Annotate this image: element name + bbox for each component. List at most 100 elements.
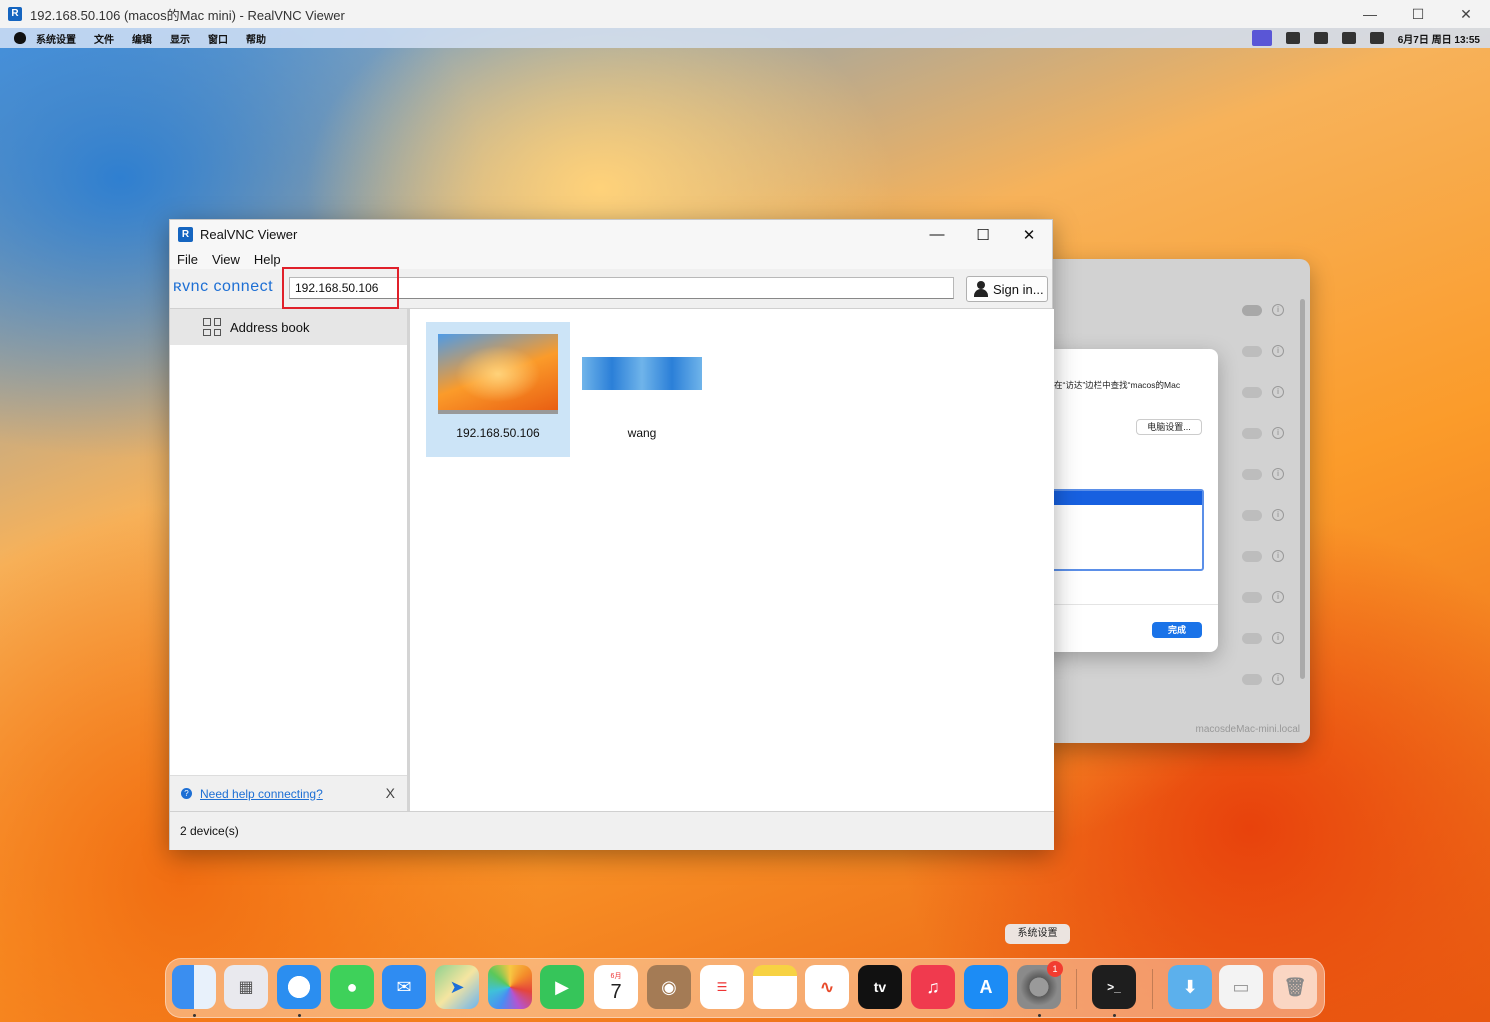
menubar-clock[interactable]: 6月7日 周日 13:55 xyxy=(1398,31,1480,46)
recent-item-icon[interactable]: ▭ xyxy=(1219,965,1263,1009)
question-icon: ? xyxy=(181,788,192,799)
outer-maximize-button[interactable]: ☐ xyxy=(1394,0,1442,28)
toggle-switch[interactable] xyxy=(1242,305,1262,316)
menu-help[interactable]: Help xyxy=(254,252,281,267)
mac-menu-system-settings[interactable]: 系统设置 xyxy=(36,31,76,46)
device-thumbnail xyxy=(438,334,558,414)
address-book-icon xyxy=(203,318,221,336)
toggle-switch[interactable] xyxy=(1242,674,1262,685)
spotlight-icon[interactable] xyxy=(1341,32,1356,44)
toggle-switch[interactable] xyxy=(1242,387,1262,398)
menu-view[interactable]: View xyxy=(212,252,240,267)
calendar-icon[interactable]: 6月 7 xyxy=(594,965,638,1009)
toggle-switch[interactable] xyxy=(1242,592,1262,603)
sidebar-item-address-book[interactable]: Address book xyxy=(170,309,407,345)
outer-window-title: 192.168.50.106 (macos的Mac mini) - RealVN… xyxy=(30,7,345,23)
apple-tv-icon[interactable]: tv xyxy=(858,965,902,1009)
device-label: wang xyxy=(627,426,657,440)
info-icon[interactable]: i xyxy=(1272,591,1284,603)
info-icon[interactable]: i xyxy=(1272,509,1284,521)
notes-icon[interactable] xyxy=(753,965,797,1009)
sheet-description: 在“访达”边栏中查找“macos的Mac xyxy=(1054,380,1181,390)
mac-menu-edit[interactable]: 编辑 xyxy=(132,31,152,46)
info-icon[interactable]: i xyxy=(1272,386,1284,398)
status-bar: 2 device(s) xyxy=(170,811,1054,850)
close-help-button[interactable]: X xyxy=(386,785,395,801)
freeform-icon[interactable]: ∿ xyxy=(805,965,849,1009)
computer-settings-button[interactable]: 电脑设置... xyxy=(1136,419,1202,435)
mac-menu-file[interactable]: 文件 xyxy=(94,31,114,46)
control-center-icon[interactable] xyxy=(1369,32,1384,44)
toggle-switch[interactable] xyxy=(1242,510,1262,521)
info-icon[interactable]: i xyxy=(1272,673,1284,685)
address-input[interactable] xyxy=(289,277,954,299)
outer-close-button[interactable]: ✕ xyxy=(1442,0,1490,28)
running-indicator xyxy=(193,1014,196,1017)
info-icon[interactable]: i xyxy=(1272,304,1284,316)
info-icon[interactable]: i xyxy=(1272,345,1284,357)
trash-icon[interactable]: 🗑 xyxy=(1273,965,1317,1009)
music-icon[interactable]: ♫ xyxy=(911,965,955,1009)
sheet-divider xyxy=(1040,604,1218,605)
user-icon xyxy=(973,281,989,297)
hostname-label: macosdeMac-mini.local xyxy=(1195,724,1300,735)
info-icon[interactable]: i xyxy=(1272,550,1284,562)
downloads-folder-icon[interactable]: ⬇ xyxy=(1168,965,1212,1009)
running-indicator xyxy=(1038,1014,1041,1017)
app-store-icon[interactable]: A xyxy=(964,965,1008,1009)
info-icon[interactable]: i xyxy=(1272,632,1284,644)
settings-scrollbar[interactable] xyxy=(1300,299,1305,679)
toggle-switch[interactable] xyxy=(1242,551,1262,562)
need-help-link[interactable]: Need help connecting? xyxy=(200,787,323,801)
facetime-icon[interactable]: ▶ xyxy=(540,965,584,1009)
sheet-list[interactable] xyxy=(1050,489,1204,571)
safari-icon[interactable] xyxy=(277,965,321,1009)
launchpad-icon[interactable]: ▦ xyxy=(224,965,268,1009)
running-indicator xyxy=(1113,1014,1116,1017)
vnc-close-button[interactable]: ✕ xyxy=(1006,220,1052,249)
toggle-switch[interactable] xyxy=(1242,633,1262,644)
finder-icon[interactable] xyxy=(172,965,216,1009)
sheet-list-selected-row[interactable] xyxy=(1052,491,1202,505)
vnc-maximize-button[interactable]: ☐ xyxy=(960,220,1006,249)
photos-icon[interactable] xyxy=(488,965,532,1009)
mac-menubar: 系统设置 文件 编辑 显示 窗口 帮助 6月7日 周日 13:55 xyxy=(0,28,1490,48)
toggle-switch[interactable] xyxy=(1242,469,1262,480)
info-icon[interactable]: i xyxy=(1272,468,1284,480)
menu-file[interactable]: File xyxy=(177,252,198,267)
mac-menu-help[interactable]: 帮助 xyxy=(246,31,266,46)
outer-titlebar: R 192.168.50.106 (macos的Mac mini) - Real… xyxy=(0,0,1490,28)
dock: ▦ ● ✉ ➤ ▶ 6月 7 ◉ ☰ ∿ tv ♫ A 1 >_ ⬇ ▭ 🗑 xyxy=(165,958,1325,1018)
notification-badge: 1 xyxy=(1047,961,1063,977)
screen-sharing-icon[interactable] xyxy=(1251,30,1272,46)
apple-icon[interactable] xyxy=(14,32,26,44)
calendar-day: 7 xyxy=(610,980,622,1003)
contacts-icon[interactable]: ◉ xyxy=(647,965,691,1009)
messages-icon[interactable]: ● xyxy=(330,965,374,1009)
outer-minimize-button[interactable]: — xyxy=(1346,0,1394,28)
wifi-icon[interactable] xyxy=(1313,32,1328,44)
info-icon[interactable]: i xyxy=(1272,427,1284,439)
remote-desktop[interactable]: 系统设置 文件 编辑 显示 窗口 帮助 6月7日 周日 13:55 i i i … xyxy=(0,28,1490,1022)
device-tile-wang[interactable]: wang xyxy=(570,322,714,457)
vnc-titlebar: R RealVNC Viewer — ☐ ✕ xyxy=(170,220,1052,249)
dock-separator xyxy=(1076,969,1077,1009)
reminders-icon[interactable]: ☰ xyxy=(700,965,744,1009)
vnc-sidebar: Address book ? Need help connecting? X xyxy=(170,309,410,811)
toggle-switch[interactable] xyxy=(1242,428,1262,439)
keyboard-icon[interactable] xyxy=(1285,32,1300,44)
mac-menu-view[interactable]: 显示 xyxy=(170,31,190,46)
device-tile-mac[interactable]: 192.168.50.106 xyxy=(426,322,570,457)
mail-icon[interactable]: ✉ xyxy=(382,965,426,1009)
done-button[interactable]: 完成 xyxy=(1152,622,1202,638)
dock-tooltip: 系统设置 xyxy=(1005,924,1070,944)
vnc-minimize-button[interactable]: — xyxy=(914,220,960,249)
mac-sharing-sheet: 在“访达”边栏中查找“macos的Mac 电脑设置... 完成 xyxy=(1040,349,1218,652)
terminal-icon[interactable]: >_ xyxy=(1092,965,1136,1009)
realvnc-icon: R xyxy=(8,7,22,21)
toggle-switch[interactable] xyxy=(1242,346,1262,357)
mac-menu-window[interactable]: 窗口 xyxy=(208,31,228,46)
sign-in-button[interactable]: Sign in... xyxy=(966,276,1048,302)
maps-icon[interactable]: ➤ xyxy=(435,965,479,1009)
vnc-toolbar: ʀvnc connect Sign in... xyxy=(170,267,1052,309)
